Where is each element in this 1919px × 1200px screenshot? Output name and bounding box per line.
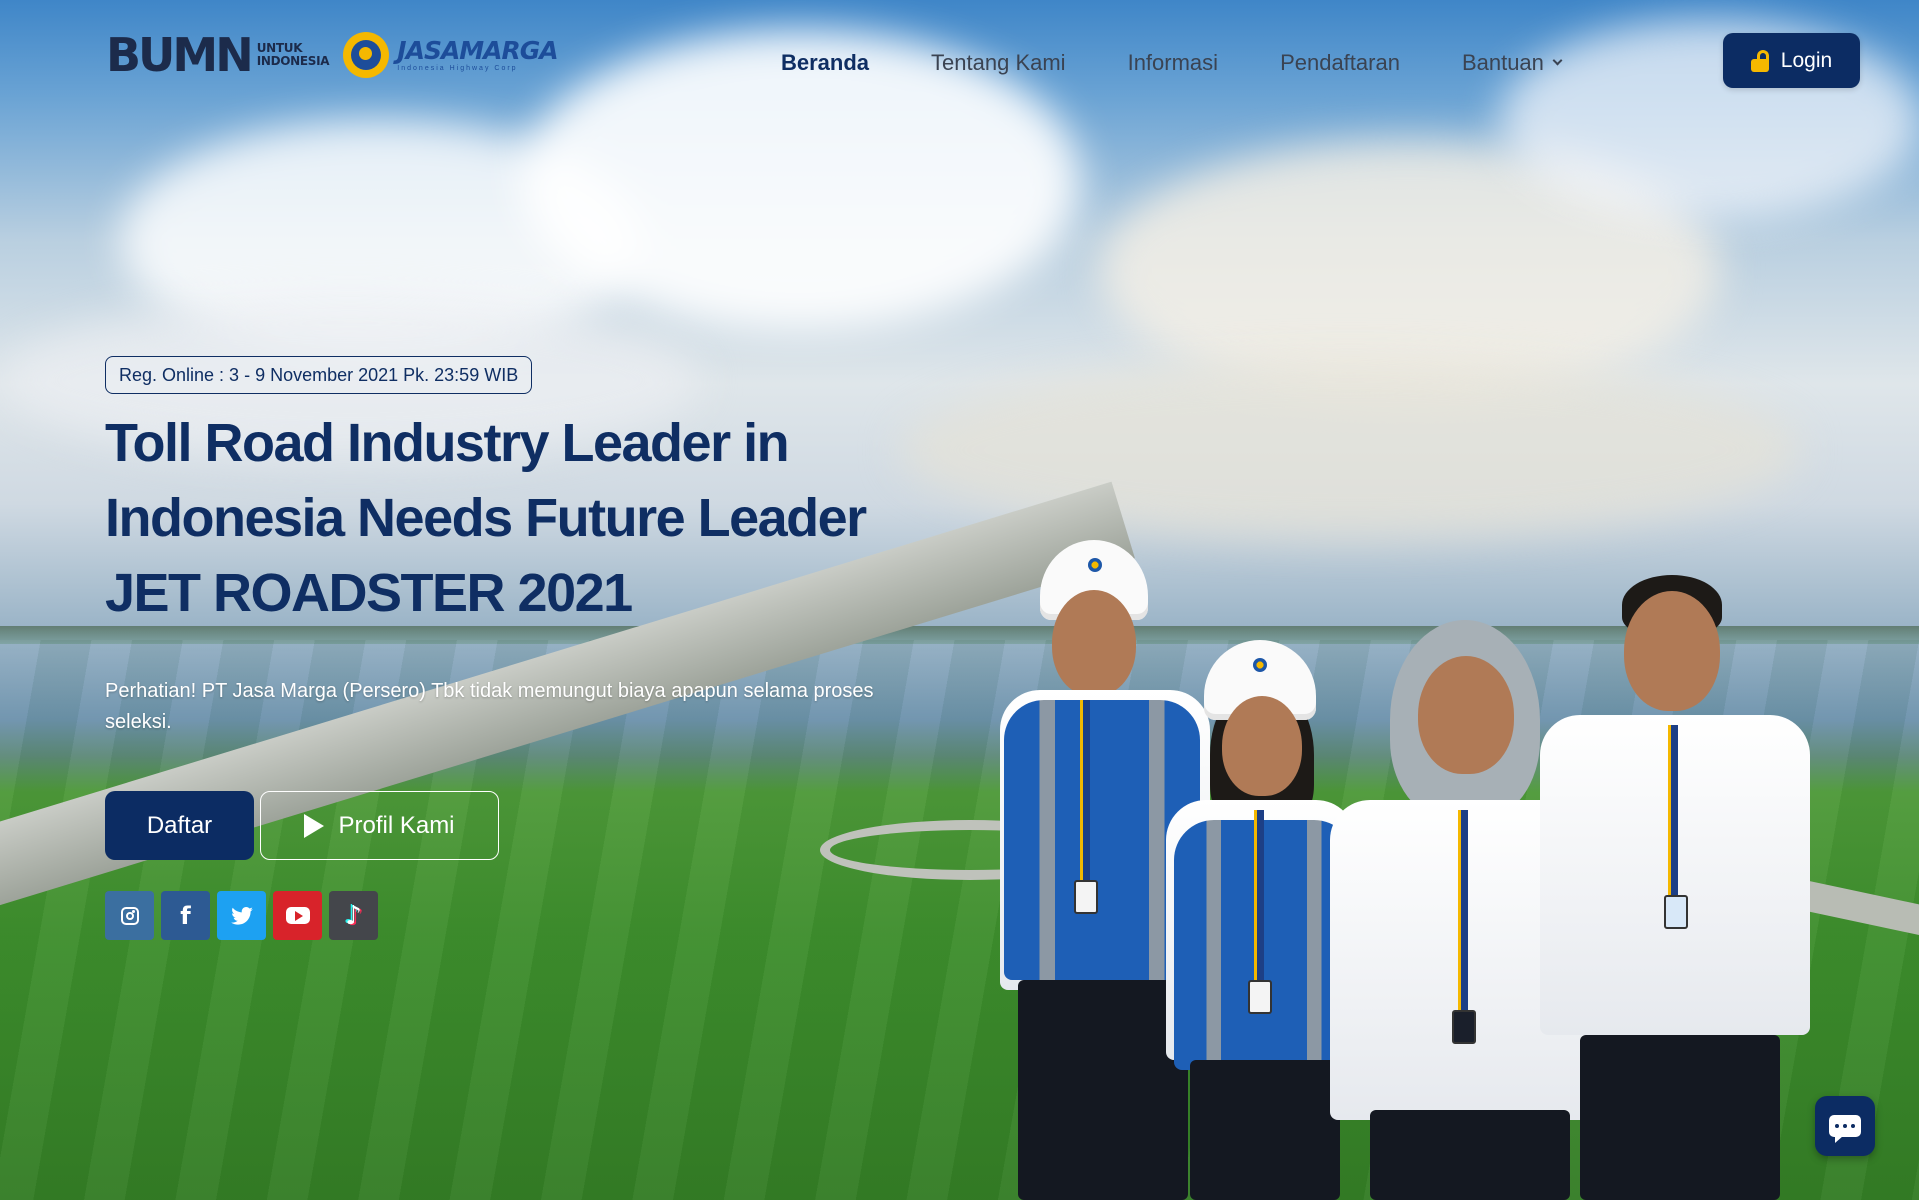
employee-photo-4 — [1540, 575, 1820, 1200]
facebook-link[interactable]: f — [161, 891, 210, 940]
profil-kami-button[interactable]: Profil Kami — [260, 791, 499, 860]
bumn-logo-sub-2: INDONESIA — [256, 54, 330, 68]
nav-item-pendaftaran[interactable]: Pendaftaran — [1280, 50, 1400, 76]
chat-widget-button[interactable] — [1815, 1096, 1875, 1156]
jasamarga-logo: JASAMARGA Indonesia Highway Corp — [343, 32, 559, 78]
nav-item-bantuan-label: Bantuan — [1461, 50, 1544, 75]
registration-date-badge: Reg. Online : 3 - 9 November 2021 Pk. 23… — [105, 356, 533, 394]
social-links: f ♪ — [105, 891, 378, 940]
hero-headline-line-3: JET ROADSTER 2021 — [105, 563, 633, 623]
nav-item-beranda[interactable]: Beranda — [781, 50, 869, 76]
youtube-link[interactable] — [273, 891, 322, 940]
nav-item-tentang-kami[interactable]: Tentang Kami — [931, 50, 1066, 76]
nav-item-informasi[interactable]: Informasi — [1128, 50, 1218, 76]
daftar-button[interactable]: Daftar — [105, 791, 254, 860]
twitter-link[interactable] — [217, 891, 266, 940]
nav-item-bantuan[interactable]: Bantuan — [1461, 50, 1563, 76]
tiktok-icon: ♪ — [345, 900, 362, 931]
jasamarga-logo-icon — [343, 32, 390, 78]
jasamarga-logo-name: JASAMARGA — [397, 36, 558, 65]
chevron-down-icon — [1552, 55, 1563, 65]
tiktok-link[interactable]: ♪ — [329, 891, 378, 940]
chat-icon — [1829, 1115, 1861, 1143]
instagram-link[interactable] — [105, 891, 154, 940]
fee-notice-text: Perhatian! PT Jasa Marga (Persero) Tbk t… — [105, 680, 874, 733]
brand-logos[interactable]: BUMN UNTUK INDONESIA JASAMARGA Indonesia… — [106, 28, 559, 82]
lock-icon — [1750, 49, 1769, 72]
jasamarga-logo-tagline: Indonesia Highway Corp — [397, 65, 518, 72]
login-button-label: Login — [1780, 48, 1833, 72]
hero-headline: Toll Road Industry Leader in Indonesia N… — [105, 406, 925, 631]
bumn-logo: BUMN UNTUK INDONESIA — [106, 28, 330, 82]
hero-headline-line-1: Toll Road Industry Leader in — [105, 413, 790, 473]
login-button[interactable]: Login — [1723, 33, 1860, 88]
instagram-icon — [120, 906, 139, 925]
youtube-icon — [285, 907, 310, 924]
profil-kami-label: Profil Kami — [338, 811, 455, 839]
bumn-logo-mark: BUMN — [106, 28, 254, 82]
facebook-icon: f — [180, 901, 191, 930]
hero-headline-line-2: Indonesia Needs Future Leader — [105, 488, 867, 548]
twitter-icon — [230, 906, 253, 925]
main-nav: Beranda Tentang Kami Informasi Pendaftar… — [781, 50, 1563, 76]
top-navbar: BUMN UNTUK INDONESIA JASAMARGA Indonesia… — [0, 0, 1919, 120]
play-icon — [304, 813, 325, 838]
